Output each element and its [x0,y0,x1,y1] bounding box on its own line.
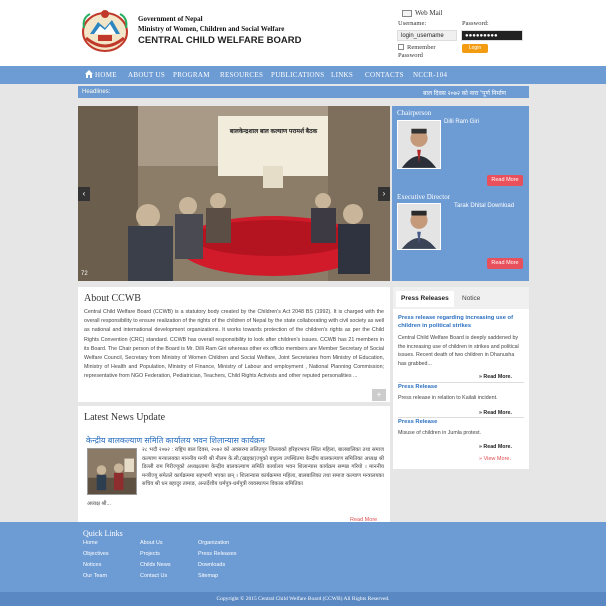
press-tabs: Press Releases Notice [393,287,529,309]
quick-links-title: Quick Links [83,529,123,538]
gov-line-1: Government of Nepal [138,15,203,23]
government-title: Government of Nepal Ministry of Women, C… [138,14,284,34]
footer-link-organization[interactable]: Organization [198,540,229,546]
about-text: Central Child Welfare Board (CCWB) is a … [84,309,384,380]
remember-label-2: Password [398,52,423,59]
footer-link-downloads[interactable]: Downloads [198,562,225,568]
headlines-ticker[interactable]: बाल दिवस २०७२ को नारा "पूर्ण निर्माण [423,89,506,97]
password-input[interactable]: ●●●●●●●●● [461,30,523,41]
press-releases-panel: Press Releases Notice Press release rega… [393,287,529,469]
nav-home[interactable]: HOME [95,71,117,79]
webmail-link[interactable]: Web Mail [402,9,443,17]
slider-prev-button[interactable]: ‹ [78,187,90,201]
chairperson-title: Chairperson [397,109,432,117]
footer-link-our-team[interactable]: Our Team [83,573,107,579]
footer-link-objectives[interactable]: Objectives [83,551,109,557]
footer-link-home[interactable]: Home [83,540,98,546]
username-input[interactable]: login_username [397,30,457,41]
executive-photo [397,203,441,250]
chairperson-photo [397,120,441,169]
nav-resources[interactable]: RESOURCES [220,71,263,79]
board-name[interactable]: CENTRAL CHILD WELFARE BOARD [138,35,301,46]
press-item-text: Central Child Welfare Board is deeply sa… [398,335,519,367]
executive-title: Executive Director [397,193,451,201]
copyright-text: Copyright © 2015 Central Child Welfare B… [0,592,606,606]
footer-link-sitemap[interactable]: Sitemap [198,573,218,579]
nav-program[interactable]: PROGRAM [173,71,210,79]
press-item-title[interactable]: Press Release [398,383,437,391]
headlines-bar: Headlines: बाल दिवस २०७२ को नारा "पूर्ण … [78,86,529,98]
headlines-label: Headlines: [82,89,111,95]
chairperson-name: Dilli Ram Giri [444,119,479,125]
webmail-label: Web Mail [415,9,443,17]
press-item-read-more[interactable]: » Read More. [479,374,512,380]
press-item-text: Misuse of children in Jumla protest. [398,430,482,436]
nav-about-us[interactable]: ABOUT US [128,71,165,79]
press-item-read-more[interactable]: » Read More. [479,410,512,416]
footer-link-about-us[interactable]: About Us [140,540,163,546]
news-item-image [87,448,137,495]
executive-read-more[interactable]: Read More [487,258,523,269]
press-item-text: Press release in relation to Kailali inc… [398,395,498,401]
footer-link-notices[interactable]: Notices [83,562,101,568]
executive-name[interactable]: Tarak Dhital Download [454,203,514,209]
footer-link-projects[interactable]: Projects [140,551,160,557]
password-label: Password: [462,20,489,27]
press-item-title[interactable]: Press release regarding increasing use o… [398,314,524,330]
leadership-panel: Chairperson Dilli Ram Giri Executive Dir… [392,106,529,281]
nav-nccr[interactable]: NCCR-104 [413,71,447,79]
ministry-line: Ministry of Women, Children and Social W… [138,25,285,33]
nav-contacts[interactable]: CONTACTS [365,71,404,79]
tab-press-releases[interactable]: Press Releases [396,291,454,307]
nepal-emblem-logo[interactable] [78,8,132,54]
nav-publications[interactable]: PUBLICATIONS [271,71,324,79]
about-expand-button[interactable]: + [372,389,386,401]
slider-next-button[interactable]: › [378,187,390,201]
home-icon[interactable] [85,70,93,78]
remember-label: Remember [407,44,436,51]
news-item-more: अध्यक्ष श्री... [87,501,111,507]
login-button[interactable]: Login [462,44,488,53]
footer-link-press-releases[interactable]: Press Releases [198,551,237,557]
about-title: About CCWB [84,293,141,304]
remember-checkbox[interactable] [398,44,404,50]
press-item-read-more[interactable]: » Read More. [479,444,512,450]
footer-link-childs-news[interactable]: Childs News [140,562,171,568]
press-view-more[interactable]: » View More. [479,456,511,462]
mail-icon [402,9,412,17]
about-section: About CCWB Central Child Welfare Board (… [78,287,390,402]
username-label: Username: [398,20,427,27]
nav-links[interactable]: LINKS [331,71,353,79]
news-item-text: २८ भदौ २०७२ : राष्ट्रिय बाल दिवस, २०७२ क… [142,447,384,487]
slide-banner-text: बालकेन्द्रशाल बाल कल्याण परामर्श बैठक [229,129,318,135]
tab-notice[interactable]: Notice [457,291,485,307]
news-title: Latest News Update [84,412,166,423]
main-nav: HOME ABOUT US PROGRAM RESOURCES PUBLICAT… [0,66,606,84]
image-slider[interactable]: बालकेन्द्रशाल बाल कल्याण परामर्श बैठक ‹ … [78,106,390,281]
latest-news-section: Latest News Update केन्द्रीय बालकल्याण स… [78,406,390,523]
press-item-title[interactable]: Press Release [398,418,437,426]
slide-number: 72 [81,271,88,277]
footer-link-contact-us[interactable]: Contact Us [140,573,167,579]
news-item-title[interactable]: केन्द्रीय बालकल्याण समिति कार्यालय भवन श… [86,435,265,446]
site-footer: Quick Links Home Objectives Notices Our … [0,522,606,592]
site-header: Government of Nepal Ministry of Women, C… [0,0,606,66]
chairperson-read-more[interactable]: Read More [487,175,523,186]
